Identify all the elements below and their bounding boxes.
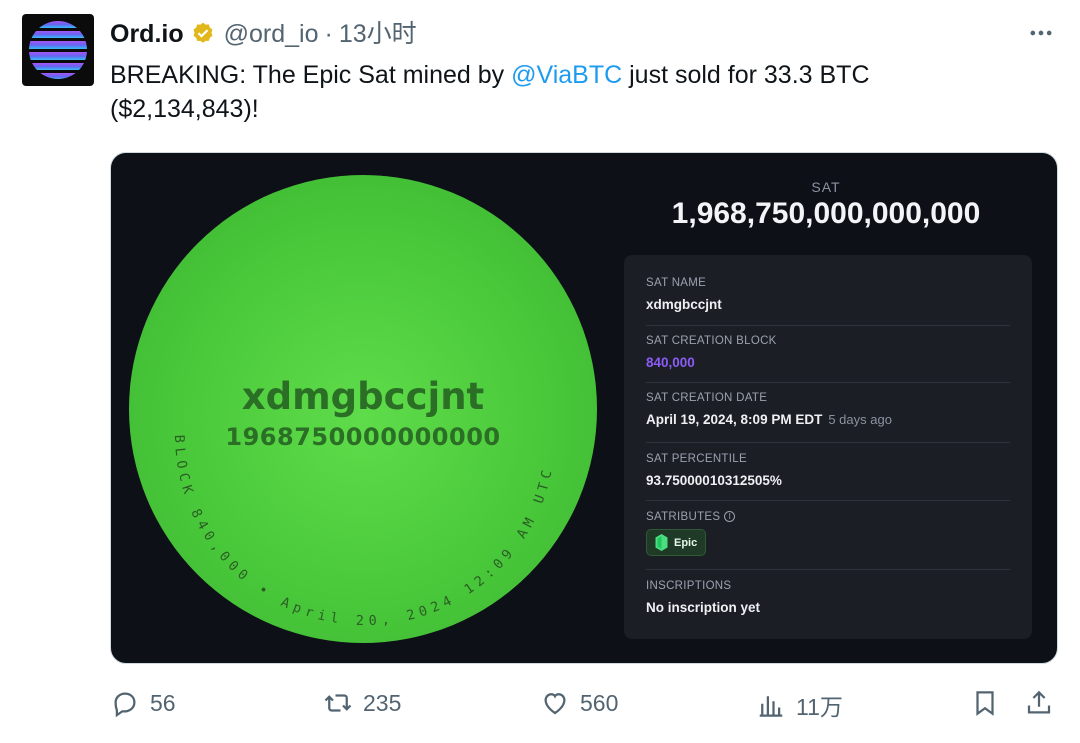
detail-label: SAT CREATION DATE bbox=[646, 392, 768, 404]
detail-satributes: SATRIBUTES i Epic bbox=[646, 511, 1010, 556]
sat-card-image[interactable]: xdmgbccjnt 1968750000000000 BLOCK 840,00… bbox=[110, 152, 1058, 664]
author-handle[interactable]: @ord_io bbox=[224, 18, 319, 50]
epic-satribute-badge[interactable]: Epic bbox=[646, 529, 707, 556]
bookmark-button[interactable] bbox=[970, 688, 1010, 718]
detail-label: SAT PERCENTILE bbox=[646, 453, 747, 465]
author-name[interactable]: Ord.io bbox=[110, 18, 184, 50]
reply-button[interactable]: 56 bbox=[110, 688, 176, 718]
share-button[interactable] bbox=[1024, 688, 1064, 718]
heart-icon bbox=[544, 693, 566, 715]
mention-link[interactable]: @ViaBTC bbox=[511, 61, 622, 89]
avatar[interactable] bbox=[22, 14, 94, 86]
tweet-timestamp[interactable]: 13小时 bbox=[339, 18, 417, 50]
detail-label: SATRIBUTES i bbox=[646, 511, 1010, 523]
ord-io-logo bbox=[29, 21, 87, 79]
like-button[interactable]: 560 bbox=[540, 688, 618, 718]
header-separator: · bbox=[324, 20, 333, 48]
info-icon[interactable]: i bbox=[724, 511, 736, 523]
like-count: 560 bbox=[580, 689, 619, 716]
detail-value: 93.75000010312505% bbox=[646, 473, 782, 488]
satributes-label: SATRIBUTES bbox=[646, 511, 721, 523]
block-date-arc: BLOCK 840,000 • April 20, 2024 12:09 AM … bbox=[171, 435, 557, 630]
detail-creation-date: SAT CREATION DATE April 19, 2024, 8:09 P… bbox=[646, 392, 1010, 427]
more-options-icon[interactable] bbox=[1026, 18, 1056, 48]
arc-text: BLOCK 840,000 • April 20, 2024 12:09 AM … bbox=[171, 435, 557, 630]
gem-icon bbox=[655, 534, 668, 551]
sat-label: SAT bbox=[811, 179, 841, 195]
detail-label: SAT NAME bbox=[646, 277, 707, 289]
reply-icon bbox=[114, 692, 136, 718]
divider bbox=[646, 569, 1010, 570]
divider bbox=[646, 500, 1010, 501]
arc-text-path: BLOCK 840,000 • April 20, 2024 12:09 AM … bbox=[171, 435, 552, 630]
divider bbox=[646, 382, 1010, 383]
retweet-count: 235 bbox=[363, 689, 402, 716]
creation-date-ago: 5 days ago bbox=[828, 412, 892, 427]
detail-sat-name: SAT NAME xdmgbccjnt bbox=[646, 277, 1010, 312]
detail-value: xdmgbccjnt bbox=[646, 297, 722, 312]
views-count: 11万 bbox=[796, 694, 843, 720]
detail-label: SAT CREATION BLOCK bbox=[646, 335, 777, 347]
reply-count: 56 bbox=[150, 689, 176, 716]
retweet-icon bbox=[324, 694, 352, 712]
detail-inscriptions: INSCRIPTIONS No inscription yet bbox=[646, 580, 1010, 615]
tweet-actions: 56 235 560 11万 bbox=[110, 688, 1058, 728]
detail-creation-block: SAT CREATION BLOCK 840,000 bbox=[646, 335, 1010, 370]
detail-value: April 19, 2024, 8:09 PM EDT 5 days ago bbox=[646, 412, 1010, 427]
bookmark-icon bbox=[976, 691, 994, 716]
divider bbox=[646, 442, 1010, 443]
tweet-text: BREAKING: The Epic Sat mined by @ViaBTC … bbox=[110, 58, 1010, 126]
analytics-icon bbox=[759, 696, 783, 717]
detail-percentile: SAT PERCENTILE 93.75000010312505% bbox=[646, 453, 1010, 488]
views-button[interactable]: 11万 bbox=[756, 688, 843, 722]
creation-date-value: April 19, 2024, 8:09 PM EDT bbox=[646, 412, 823, 427]
retweet-button[interactable]: 235 bbox=[323, 688, 401, 718]
creation-block-link[interactable]: 840,000 bbox=[646, 355, 1010, 370]
detail-label: INSCRIPTIONS bbox=[646, 580, 732, 592]
share-icon bbox=[1027, 690, 1051, 714]
sat-details-panel: SAT NAME xdmgbccjnt SAT CREATION BLOCK 8… bbox=[624, 255, 1032, 639]
sat-value: 1,968,750,000,000,000 bbox=[671, 197, 981, 230]
epic-label: Epic bbox=[674, 536, 698, 549]
detail-value: No inscription yet bbox=[646, 600, 761, 615]
divider bbox=[646, 325, 1010, 326]
verified-badge-icon bbox=[190, 21, 216, 47]
sat-circle: xdmgbccjnt 1968750000000000 BLOCK 840,00… bbox=[129, 175, 597, 643]
tweet-header: Ord.io @ord_io · 13小时 bbox=[110, 18, 417, 50]
tweet-text-part: BREAKING: The Epic Sat mined by bbox=[110, 61, 512, 89]
